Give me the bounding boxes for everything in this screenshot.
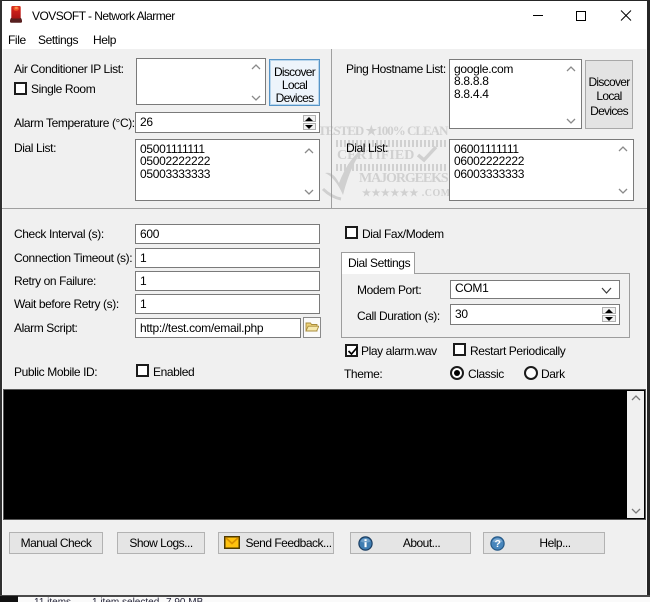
svg-text:?: ? xyxy=(495,538,501,550)
